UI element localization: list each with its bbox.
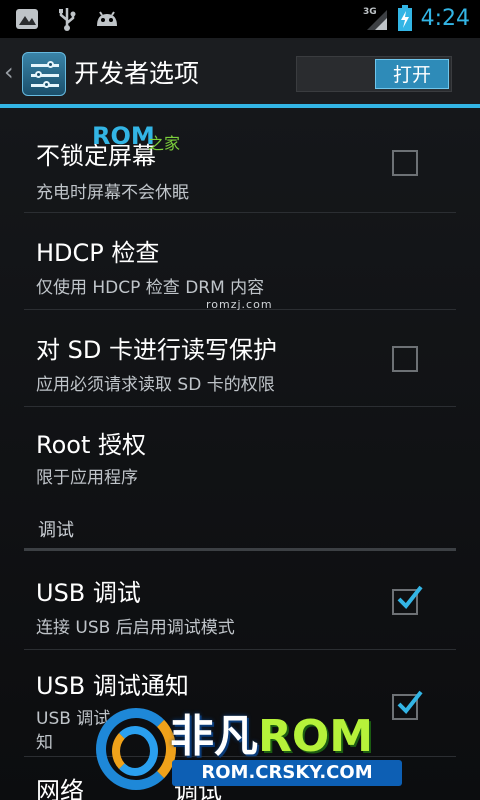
- watermark-home-text: 之家: [148, 134, 181, 153]
- list-item-root[interactable]: Root 授权 限于应用程序: [24, 407, 456, 504]
- item-subtitle: 应用必须请求读取 SD 卡的权限: [36, 375, 275, 395]
- action-bar: ‹ 开发者选项 打开: [0, 38, 480, 108]
- item-title: 对 SD 卡进行读写保护: [36, 336, 277, 364]
- logo-brand-cn: 非凡: [170, 711, 258, 762]
- developer-options-toggle[interactable]: 打开: [296, 56, 452, 92]
- checkmark-icon: [397, 585, 423, 610]
- svg-text:3G: 3G: [363, 7, 377, 17]
- item-title: HDCP 检查: [36, 239, 160, 267]
- section-header-debug: 调试: [24, 504, 456, 552]
- list-item-hdcp[interactable]: HDCP 检查 仅使用 HDCP 检查 DRM 内容: [24, 213, 456, 310]
- item-subtitle: 限于应用程序: [36, 468, 138, 488]
- list-item-sd-protect[interactable]: 对 SD 卡进行读写保护 应用必须请求读取 SD 卡的权限: [24, 310, 456, 407]
- usb-debug-checkbox[interactable]: [392, 585, 423, 615]
- page-title: 开发者选项: [74, 59, 200, 88]
- logo-url: ROM.CRSKY.COM: [172, 760, 402, 786]
- back-icon[interactable]: ‹: [4, 58, 14, 86]
- stay-awake-checkbox[interactable]: [392, 150, 418, 176]
- list-item-stay-awake[interactable]: 不锁定屏幕 充电时屏幕不会休眠: [24, 116, 456, 213]
- battery-charging-icon: [397, 5, 412, 31]
- item-title: Root 授权: [36, 431, 147, 459]
- item-title: 网络: [36, 777, 84, 800]
- sd-protect-checkbox[interactable]: [392, 346, 418, 372]
- item-subtitle-line2: 知: [36, 733, 53, 753]
- section-divider: [24, 548, 456, 551]
- usb-icon: [59, 8, 76, 31]
- signal-3g-icon: 3G: [363, 7, 387, 30]
- clock: 4:24: [420, 5, 470, 31]
- section-label: 调试: [38, 520, 74, 541]
- watermark-url-text: romzj.com: [206, 298, 273, 311]
- item-subtitle: 仅使用 HDCP 检查 DRM 内容: [36, 278, 265, 298]
- list-item-usb-debug[interactable]: USB 调试 连接 USB 后启用调试模式: [24, 553, 456, 650]
- android-debug-icon: [97, 11, 117, 26]
- watermark-rom-text: ROM: [92, 122, 155, 150]
- logo-inner-ring-icon: [112, 726, 158, 776]
- settings-sliders-icon[interactable]: [22, 52, 66, 96]
- crsky-rom-logo: 非凡ROM ROM.CRSKY.COM: [82, 690, 422, 800]
- item-title: USB 调试: [36, 579, 141, 607]
- picture-icon: [16, 9, 38, 29]
- logo-brand: 非凡ROM: [170, 700, 373, 764]
- status-bar: 3G 4:24: [0, 0, 480, 38]
- item-subtitle: 充电时屏幕不会休眠: [36, 183, 189, 203]
- toggle-on-label: 打开: [375, 59, 449, 89]
- logo-brand-rom: ROM: [258, 711, 374, 762]
- item-subtitle: 连接 USB 后启用调试模式: [36, 618, 235, 638]
